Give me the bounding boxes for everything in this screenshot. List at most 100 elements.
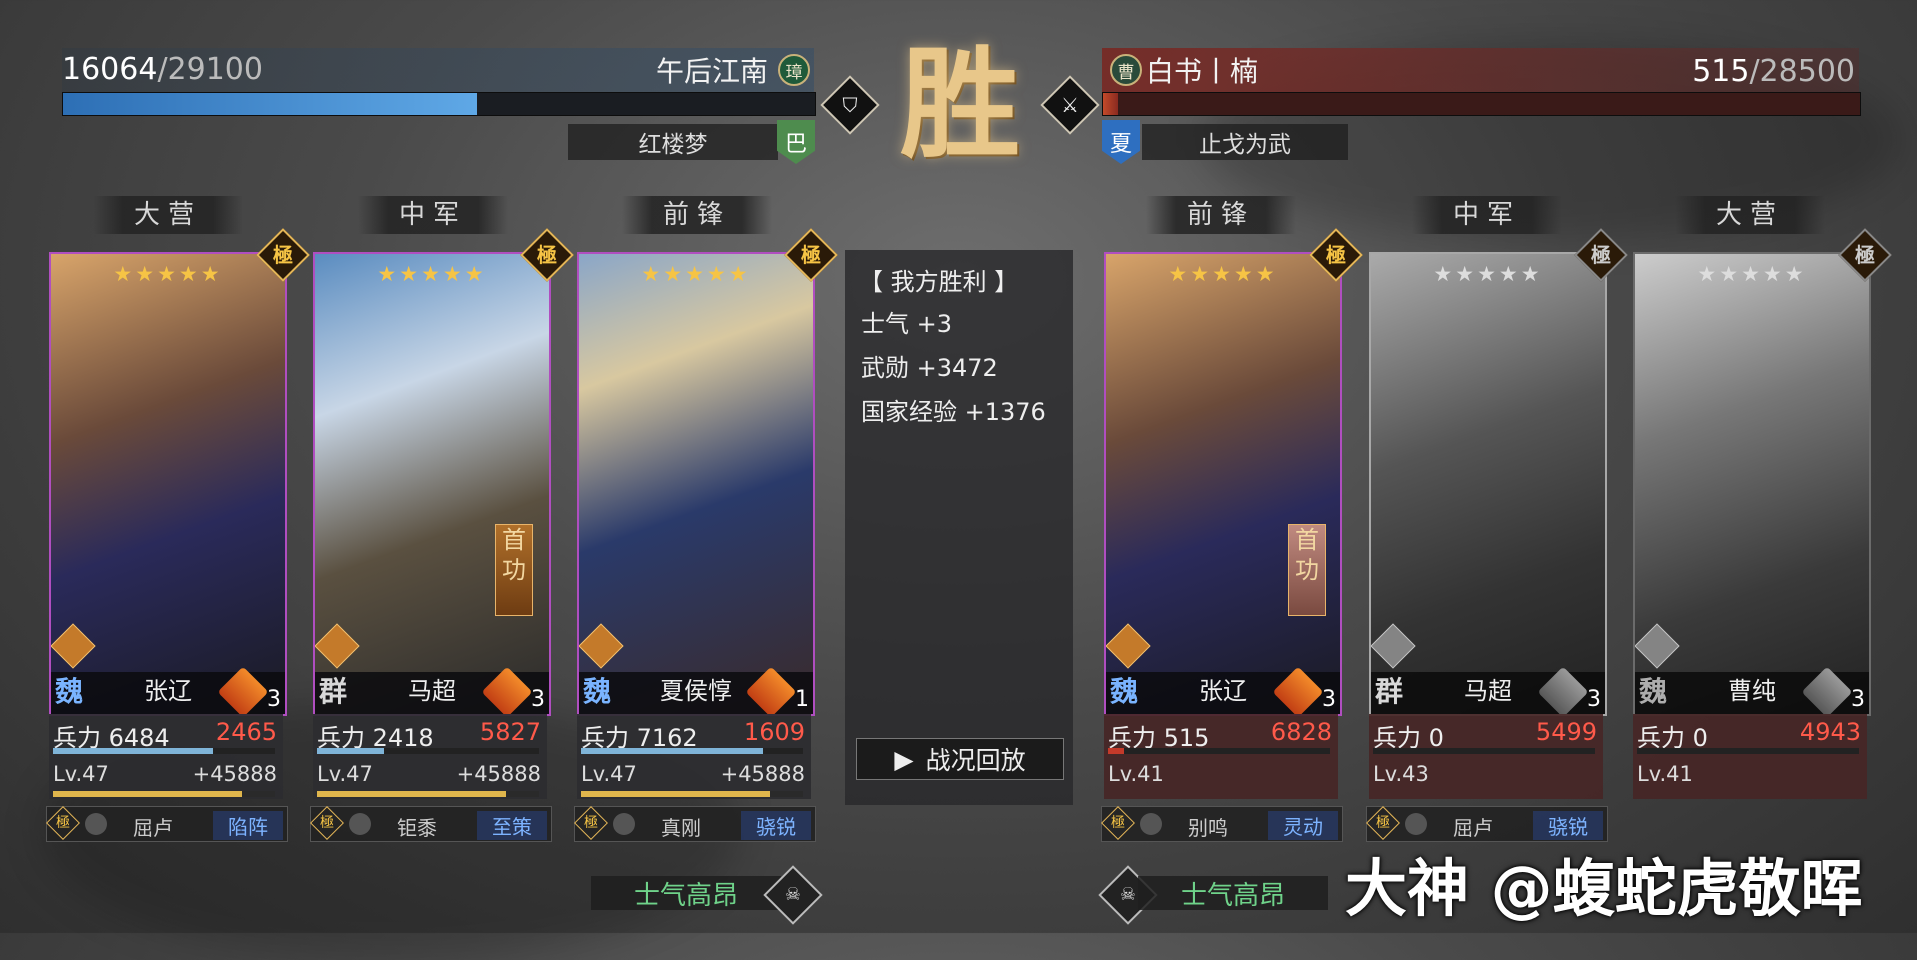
star-rating: ★★★★★ [1168,262,1278,286]
ally-header: 16064/29100 午后江南 璋 [62,48,816,116]
ally-sub-name: 红楼梦 [568,124,778,160]
hero-card[interactable]: ★★★★★ 首功 魏 张辽 3 [1104,252,1342,716]
first-merit-tag: 首功 [495,524,533,616]
skill-name: 屈卢 [1453,816,1493,840]
ally-hp-fill [63,93,477,115]
hero-level: Lv.43 [1373,762,1429,786]
hero-name-strip: 魏 张辽 3 [1106,666,1340,714]
ally-position-tag: 前锋 [622,196,772,234]
enemy-sub-badge: 夏 [1102,120,1140,164]
skill-name: 骁锐 [1533,811,1603,840]
hero-card[interactable]: ★★★★★ 魏 张辽 3 [49,252,287,716]
hero-skills: 極 别鸣 灵动 [1101,806,1343,842]
exp-gain: +45888 [192,762,277,786]
hero-level: Lv.47 [53,762,109,786]
hero-stats: 兵力 515 6828 Lv.41 [1104,714,1338,799]
hero-level: Lv.47 [581,762,637,786]
star-rating: ★★★★★ [1433,262,1543,286]
exp-bar [317,791,539,797]
hero-card[interactable]: ★★★★★ 群 马超 3 [1369,252,1607,716]
hero-name-strip: 魏 曹纯 3 [1635,666,1869,714]
hero-name-strip: 群 马超 3 [1371,666,1605,714]
troop-loss: 5827 [479,718,541,746]
hero-skills: 極 屈卢 陷阵 [46,806,288,842]
star-rating: ★★★★★ [641,262,751,286]
ally-sub-badge: 巴 [777,120,815,164]
hero-skills: 極 屈卢 骁锐 [1366,806,1608,842]
troop-loss: 1609 [743,718,805,746]
battle-replay-button[interactable]: ▶ 战况回放 [856,738,1064,780]
reward-line: 国家经验 +1376 [861,398,1046,426]
ally-position-tag: 大营 [93,196,243,234]
ally-morale-status: 士气高昂 [591,876,781,911]
horse-level: 1 [795,687,809,712]
skill-name: 屈卢 [133,816,173,840]
horse-level: 3 [1851,687,1865,712]
enemy-sub-name: 止戈为武 [1142,124,1348,160]
enemy-position-tag: 前锋 [1146,196,1296,234]
hero-name-strip: 魏 张辽 3 [51,666,285,714]
hero-stats: 兵力 6484 2465 Lv.47 +45888 [49,714,283,799]
skill-icon [613,813,635,835]
ally-emblem-icon: 璋 [778,54,810,86]
horse-level: 3 [531,687,545,712]
troop-bar [53,748,275,754]
hero-level: Lv.41 [1637,762,1693,786]
ally-hp-text: 16064/29100 [62,52,263,87]
ji-rank-icon: 極 [574,806,608,840]
exp-gain: +45888 [720,762,805,786]
hero-name-strip: 魏 夏侯惇 1 [579,666,813,714]
hero-stats: 兵力 0 4943 Lv.41 [1633,714,1867,799]
ji-rank-icon: 極 [310,806,344,840]
hero-level: Lv.47 [317,762,373,786]
victory-text: 胜 [900,34,1020,175]
defense-shield-icon: ⛉ [820,75,880,135]
troop-bar [581,748,803,754]
star-rating: ★★★★★ [377,262,487,286]
skill-name: 灵动 [1268,811,1338,840]
hero-card[interactable]: ★★★★★ 魏 曹纯 3 [1633,252,1871,716]
troop-bar [317,748,539,754]
enemy-hp-text: 515/28500 [1692,54,1855,89]
enemy-morale-status: 士气高昂 [1138,876,1328,911]
exp-bar [581,791,803,797]
replay-label: 战况回放 [925,746,1026,775]
ally-team-name: 午后江南 [655,55,768,88]
skill-name: 骁锐 [741,811,811,840]
hero-card[interactable]: ★★★★★ 魏 夏侯惇 1 [577,252,815,716]
reward-line: 士气 +3 [861,310,953,338]
hero-level: Lv.41 [1108,762,1164,786]
horse-level: 3 [1587,687,1601,712]
troop-loss: 6828 [1270,718,1332,746]
rewards-title: 【 我方胜利 】 [859,268,1019,296]
hero-card[interactable]: ★★★★★ 首功 群 马超 3 [313,252,551,716]
enemy-position-tag: 中军 [1412,196,1562,234]
enemy-emblem-icon: 曹 [1110,54,1142,86]
troop-loss: 5499 [1535,718,1597,746]
ally-position-tag: 中军 [358,196,508,234]
hero-name-strip: 群 马超 3 [315,666,549,714]
skill-icon [1405,813,1427,835]
enemy-team-name: 白书丨楠 [1146,55,1259,88]
skill-name: 别鸣 [1188,816,1228,840]
troop-loss: 2465 [215,718,277,746]
ji-rank-icon: 極 [1366,806,1400,840]
hero-stats: 兵力 7162 1609 Lv.47 +45888 [577,714,811,799]
enemy-hp-fill [1103,93,1119,115]
enemy-header: 曹 白书丨楠 515/28500 [1102,48,1861,116]
troop-loss: 4943 [1799,718,1861,746]
play-icon: ▶ [894,744,914,774]
first-merit-tag: 首功 [1288,524,1326,616]
exp-bar [53,791,275,797]
skill-icon [349,813,371,835]
horse-level: 3 [267,687,281,712]
enemy-hp-bar [1102,92,1861,116]
enemy-position-tag: 大营 [1675,196,1825,234]
ji-rank-icon: 極 [46,806,80,840]
star-rating: ★★★★★ [113,262,223,286]
horse-level: 3 [1322,687,1336,712]
hero-stats: 兵力 0 5499 Lv.43 [1369,714,1603,799]
skill-icon [85,813,107,835]
troop-bar [1373,748,1595,754]
reward-line: 武勋 +3472 [861,354,998,382]
